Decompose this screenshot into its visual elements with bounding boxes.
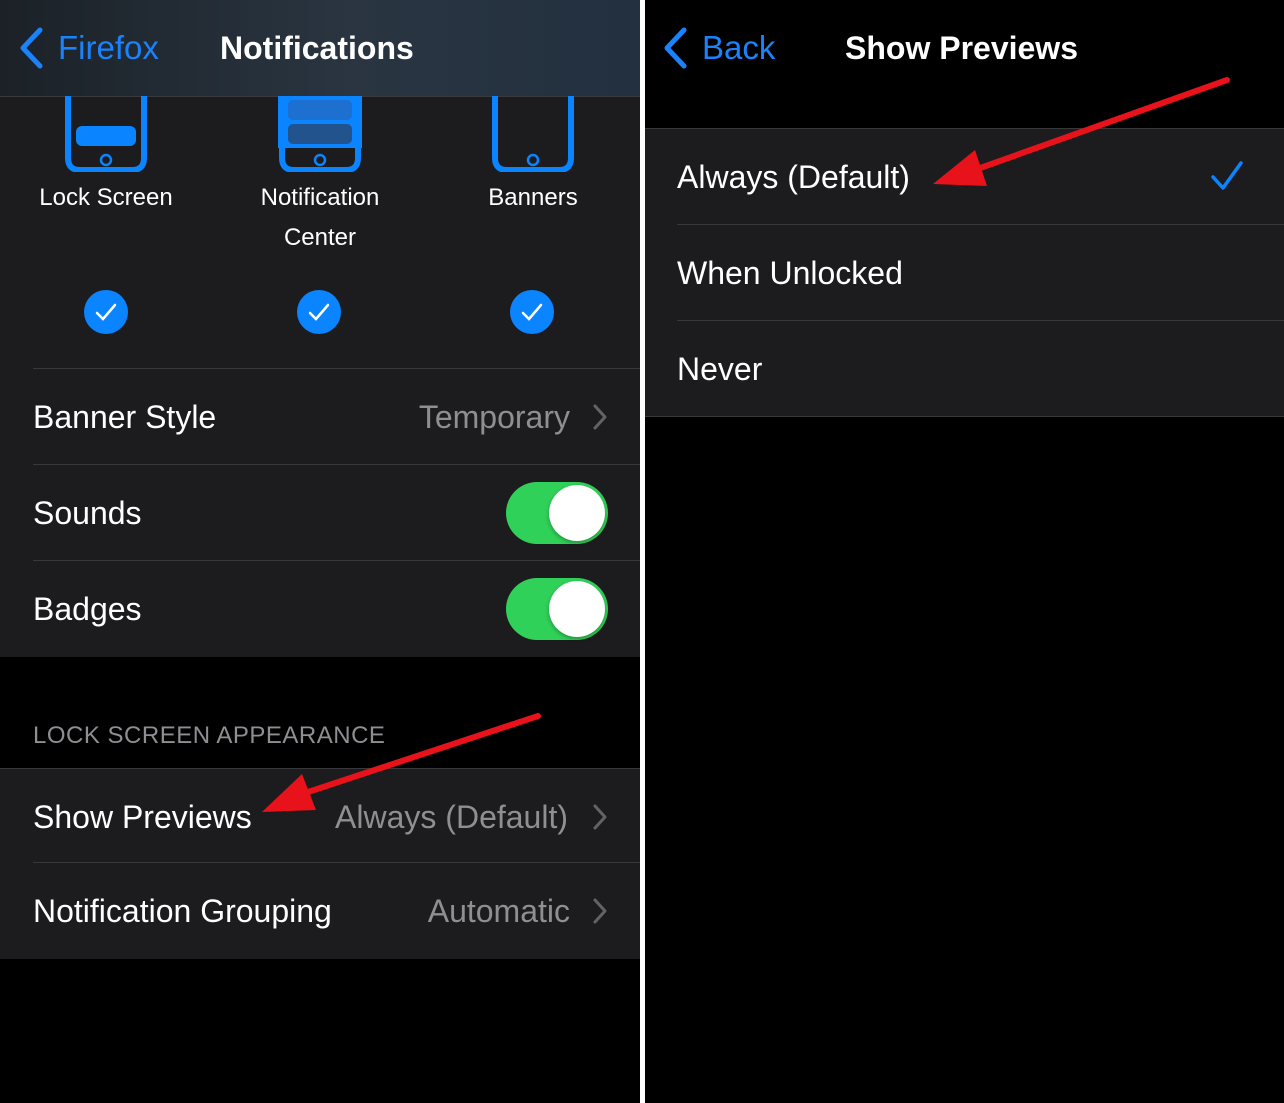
- show-previews-value: Always (Default): [335, 798, 568, 835]
- back-button[interactable]: Firefox: [18, 0, 159, 96]
- lock-screen-check-icon[interactable]: [84, 290, 128, 334]
- nav-bar: Firefox Notifications: [0, 0, 640, 97]
- sounds-label: Sounds: [33, 494, 142, 531]
- toggle-knob: [549, 485, 605, 541]
- back-button-label: Firefox: [58, 29, 159, 66]
- lock-screen-appearance-group: Show Previews Always (Default) Notificat…: [0, 768, 640, 959]
- preview-options-group: Always (Default) When Unlocked Never: [645, 128, 1284, 417]
- chevron-left-icon: [20, 27, 43, 69]
- back-button-label: Back: [702, 29, 776, 66]
- option-label: When Unlocked: [677, 254, 903, 291]
- alert-option-label: Banners: [488, 184, 578, 211]
- notifications-settings-screen: Firefox Notifications Lock Screen Notifi…: [0, 0, 640, 1103]
- option-label: Always (Default): [677, 158, 910, 195]
- sounds-row: Sounds: [0, 465, 640, 561]
- back-button[interactable]: Back: [662, 0, 775, 96]
- notification-grouping-label: Notification Grouping: [33, 892, 332, 929]
- lock-screen-phone-icon: [65, 96, 147, 172]
- banners-phone-icon: [492, 96, 574, 172]
- banner-style-row[interactable]: Banner Style Temporary: [0, 369, 640, 465]
- option-when-unlocked[interactable]: When Unlocked: [645, 225, 1284, 321]
- show-previews-label: Show Previews: [33, 798, 252, 835]
- option-label: Never: [677, 350, 763, 387]
- banner-style-value: Temporary: [418, 398, 570, 435]
- alert-option-lock-screen[interactable]: Lock Screen: [6, 96, 206, 218]
- toggle-knob: [549, 581, 605, 637]
- chevron-right-icon: [593, 804, 607, 830]
- chevron-right-icon: [593, 404, 607, 430]
- sounds-toggle[interactable]: [506, 482, 608, 544]
- section-header-lock-screen-appearance: LOCK SCREEN APPEARANCE: [33, 722, 386, 749]
- notification-center-phone-icon: [278, 96, 362, 172]
- page-title: Show Previews: [845, 29, 1078, 66]
- notification-grouping-row[interactable]: Notification Grouping Automatic: [0, 863, 640, 959]
- alert-option-label: Lock Screen: [39, 184, 173, 211]
- page-title: Notifications: [220, 29, 414, 66]
- option-always-default[interactable]: Always (Default): [645, 129, 1284, 225]
- checkmark-icon: [1211, 161, 1243, 190]
- notification-center-check-icon[interactable]: [297, 290, 341, 334]
- alert-option-banners[interactable]: Banners: [433, 96, 633, 218]
- chevron-left-icon: [664, 27, 687, 69]
- notification-grouping-value: Automatic: [427, 892, 570, 929]
- alert-option-notification-center[interactable]: Notification Center: [220, 96, 420, 258]
- show-previews-row[interactable]: Show Previews Always (Default): [0, 769, 640, 865]
- badges-label: Badges: [33, 590, 142, 627]
- option-never[interactable]: Never: [645, 321, 1284, 417]
- badges-toggle[interactable]: [506, 578, 608, 640]
- show-previews-screen: Back Show Previews Always (Default) When…: [645, 0, 1284, 1103]
- badges-row: Badges: [0, 561, 640, 657]
- chevron-right-icon: [593, 898, 607, 924]
- alert-option-label: Notification Center: [260, 184, 380, 251]
- nav-bar: Back Show Previews: [645, 0, 1284, 128]
- banners-check-icon[interactable]: [510, 290, 554, 334]
- alert-settings-group: Lock Screen NotificationCenter Banners: [0, 96, 640, 657]
- banner-style-label: Banner Style: [33, 398, 217, 435]
